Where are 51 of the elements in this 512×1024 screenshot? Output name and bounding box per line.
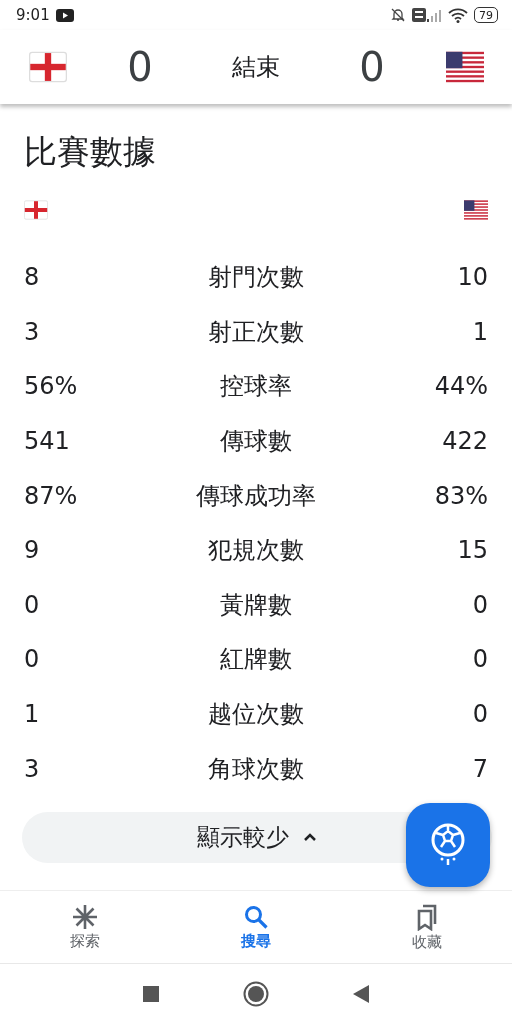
stat-label: 紅牌數 [219, 644, 293, 676]
home-stat-value: 87% [24, 481, 79, 510]
stat-label: 射正次數 [207, 316, 305, 348]
home-stat-value: 9 [24, 536, 41, 565]
back-triangle-icon[interactable] [353, 985, 369, 1003]
play-icon [55, 8, 74, 22]
battery-level: 79 [474, 7, 498, 23]
home-stat-value: 0 [24, 590, 41, 619]
stat-label: 角球次數 [207, 753, 305, 785]
stat-label: 傳球數 [219, 426, 293, 458]
away-score: 0 [358, 44, 386, 90]
home-stat-value: 541 [24, 427, 71, 456]
stat-label: 犯規次數 [207, 535, 305, 567]
away-stat-value: 44% [433, 372, 488, 401]
home-score: 0 [126, 44, 154, 90]
away-stat-value: 83% [433, 481, 488, 510]
away-stat-value: 0 [471, 645, 488, 674]
match-status: 結束 [231, 52, 281, 83]
away-stat-value: 0 [471, 590, 488, 619]
nav-tab[interactable]: 探索 [30, 899, 141, 955]
asterisk-icon [72, 903, 99, 930]
away-stat-value: 15 [456, 536, 488, 565]
stat-label: 傳球成功率 [195, 480, 317, 512]
clock-time: 9:01 [16, 6, 50, 24]
away-stat-value: 10 [456, 263, 488, 292]
home-circle-icon[interactable] [243, 981, 269, 1007]
away-stat-value: 0 [471, 700, 488, 729]
nav-tab[interactable]: 收藏 [371, 898, 482, 956]
stat-label: 黃牌數 [219, 589, 293, 621]
section-title: 比賽數據 [24, 131, 157, 173]
wifi-icon [448, 7, 468, 23]
signal-icon [426, 8, 442, 22]
home-stat-value: 8 [24, 263, 41, 292]
home-stat-value: 0 [24, 645, 41, 674]
away-stat-value: 422 [441, 427, 488, 456]
search-icon [243, 903, 269, 930]
home-stat-value: 3 [24, 317, 41, 346]
usa-flag-icon [464, 200, 488, 220]
stat-label: 越位次數 [207, 699, 305, 731]
away-stat-value: 7 [471, 754, 488, 783]
home-stat-value: 1 [24, 700, 41, 729]
volte-icon [412, 8, 426, 22]
soccer-fab-button[interactable] [406, 803, 490, 887]
home-stat-value: 56% [24, 372, 79, 401]
muted-bell-icon [390, 7, 406, 23]
stat-label: 控球率 [219, 371, 293, 403]
away-stat-value: 1 [471, 317, 488, 346]
nav-tab[interactable]: 搜尋 [201, 899, 311, 955]
stat-label: 射門次數 [207, 262, 305, 294]
england-flag-icon [24, 200, 48, 220]
home-stat-value: 3 [24, 754, 41, 783]
